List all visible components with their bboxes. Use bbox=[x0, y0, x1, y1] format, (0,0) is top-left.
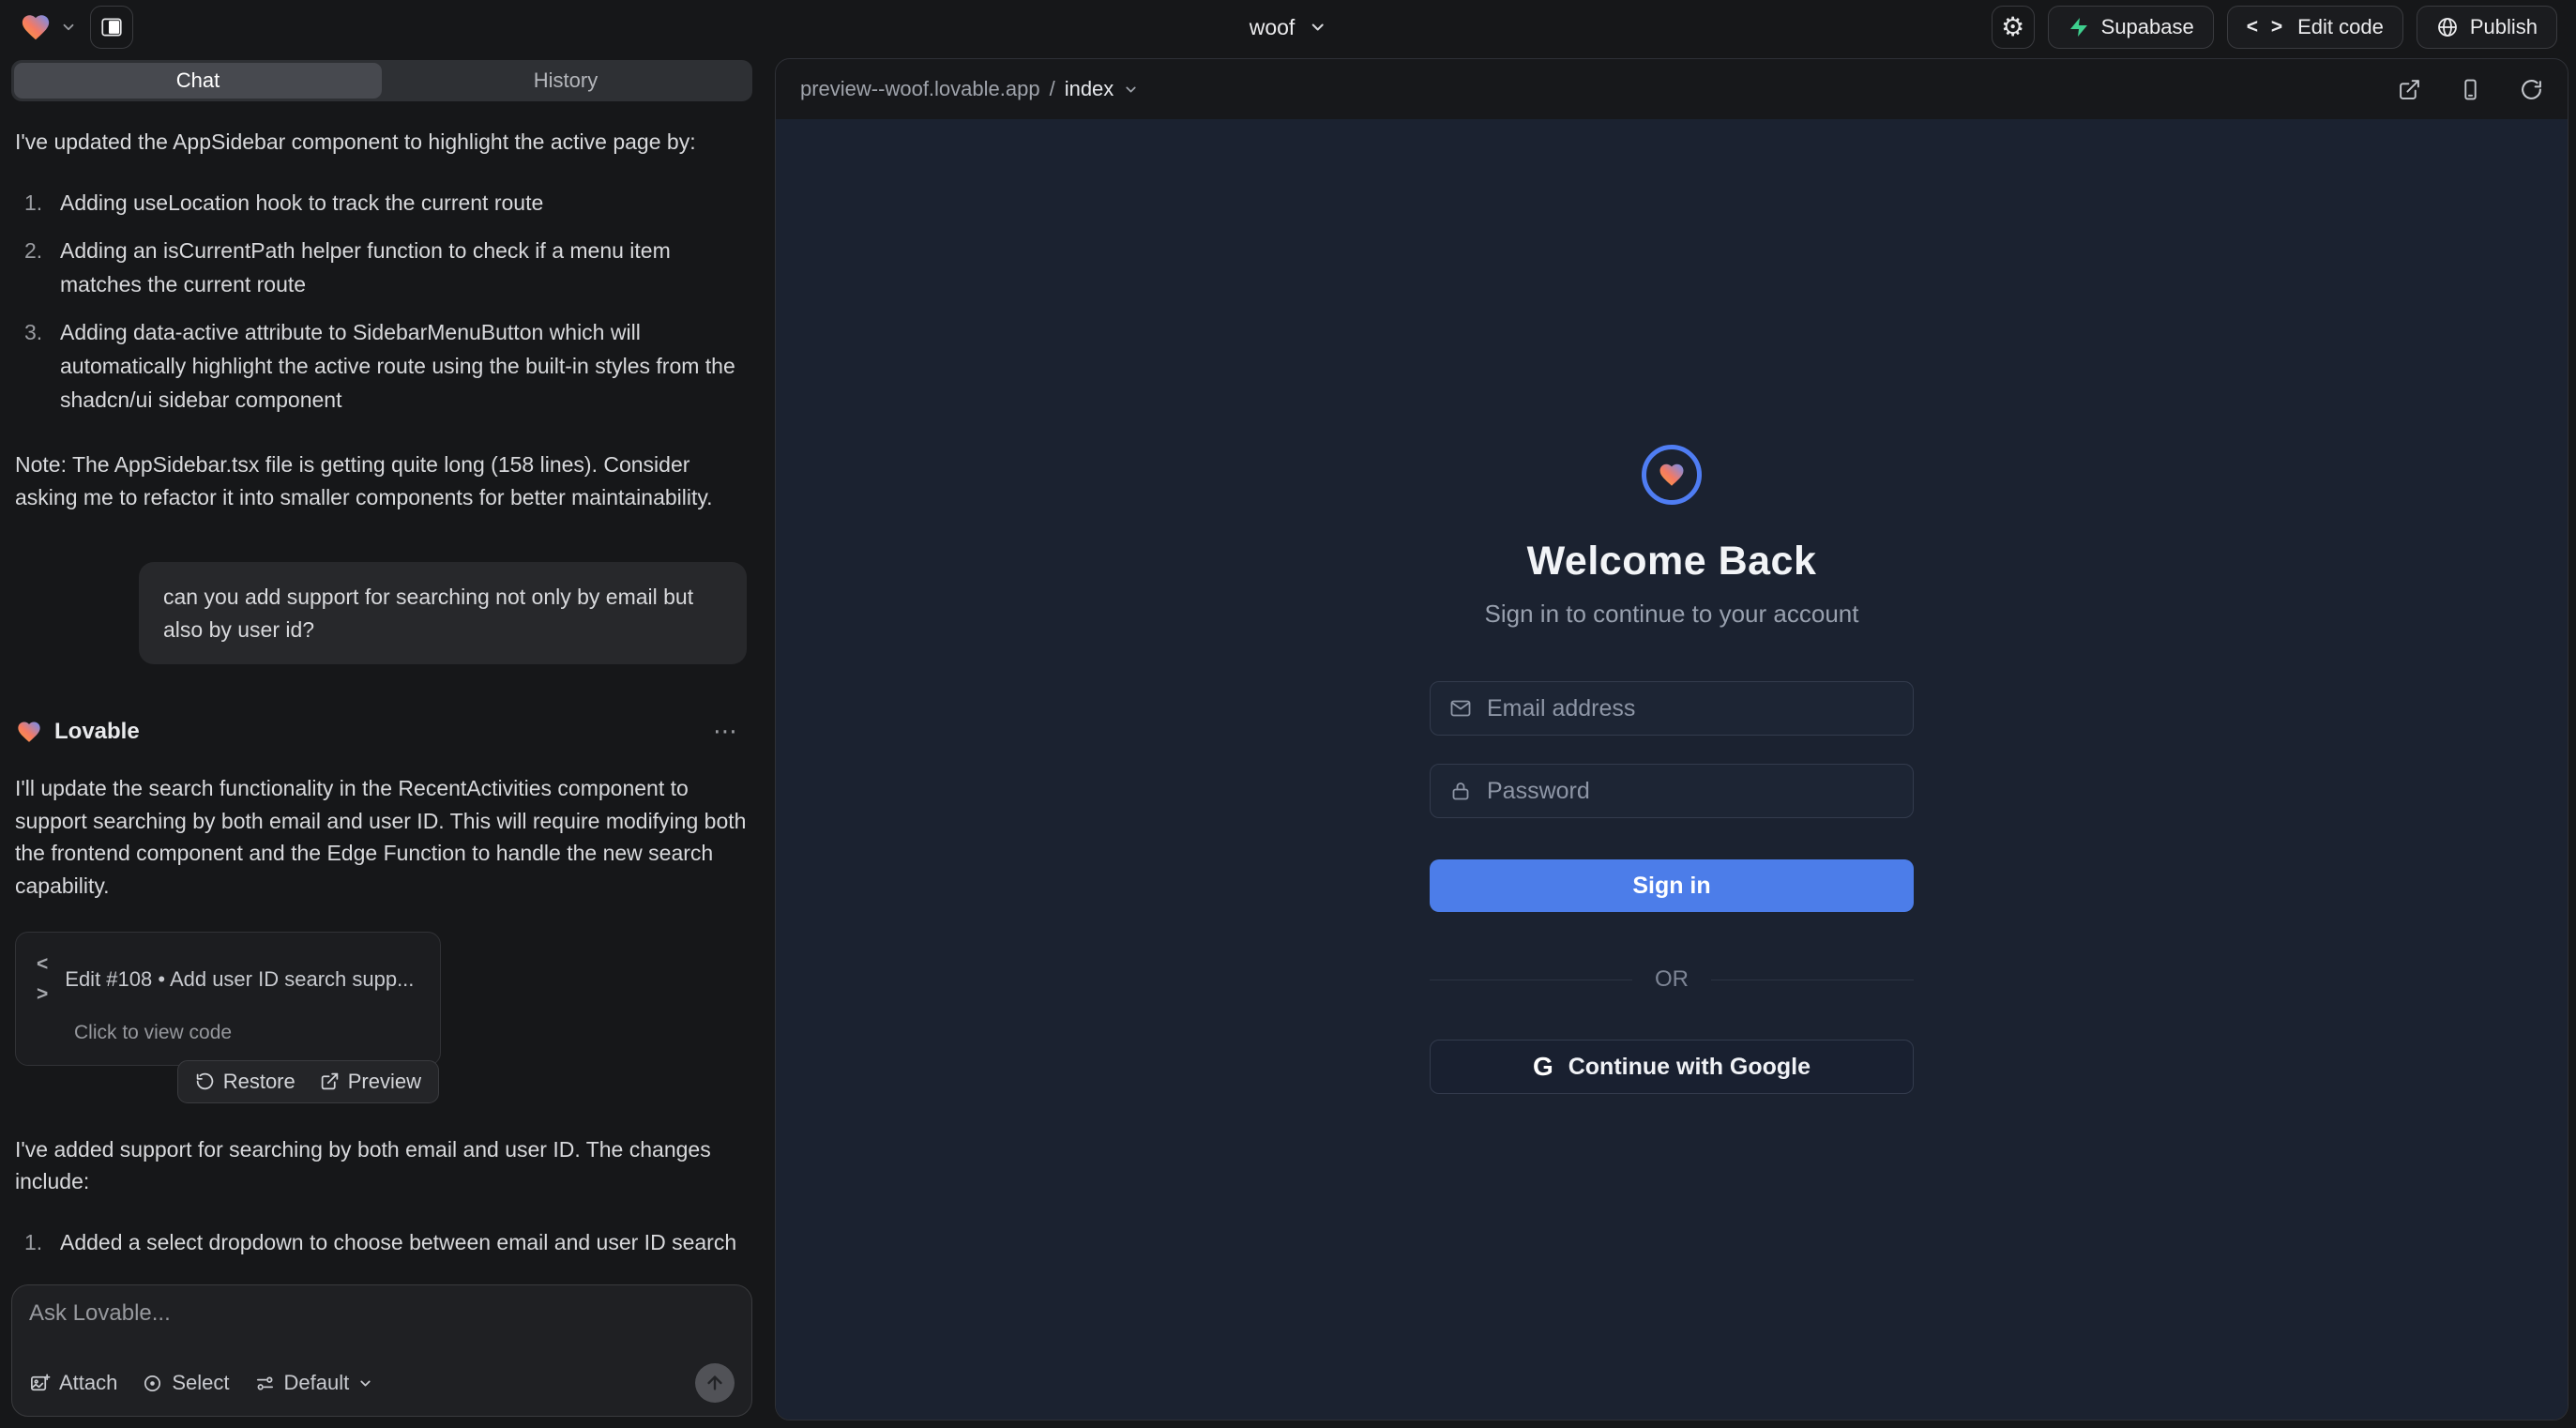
list-item: Adding an isCurrentPath helper function … bbox=[15, 235, 749, 301]
chevron-down-icon bbox=[1308, 18, 1326, 37]
mode-select-button[interactable]: Default bbox=[254, 1371, 374, 1395]
list-item: Adding useLocation hook to track the cur… bbox=[15, 187, 749, 220]
tab-history[interactable]: History bbox=[382, 63, 750, 99]
attach-label: Attach bbox=[59, 1371, 117, 1395]
restore-button[interactable]: Restore bbox=[195, 1070, 295, 1094]
refresh-icon bbox=[2520, 78, 2543, 101]
external-link-icon bbox=[320, 1071, 340, 1091]
or-label: OR bbox=[1655, 966, 1689, 993]
edit-card-actions: Restore Preview bbox=[177, 1060, 439, 1103]
arrow-up-icon bbox=[705, 1373, 725, 1393]
chevron-down-icon bbox=[1123, 82, 1139, 98]
edit-card[interactable]: < > Edit #108 • Add user ID search supp.… bbox=[15, 932, 441, 1066]
project-switcher[interactable]: woof bbox=[1250, 0, 1327, 54]
google-icon: G bbox=[1533, 1052, 1553, 1082]
chevron-down-icon bbox=[357, 1375, 373, 1391]
edit-card-wrap: < > Edit #108 • Add user ID search supp.… bbox=[15, 932, 441, 1066]
external-link-icon bbox=[2398, 78, 2421, 101]
globe-icon bbox=[2436, 16, 2459, 38]
preview-panel: preview--woof.lovable.app / index We bbox=[775, 58, 2568, 1420]
assistant-message-list: Added a select dropdown to choose betwee… bbox=[15, 1226, 749, 1268]
path-separator: / bbox=[1050, 77, 1055, 101]
email-field-wrap bbox=[1430, 681, 1914, 736]
user-message-text: can you add support for searching not on… bbox=[163, 585, 693, 642]
preview-url-selector[interactable]: preview--woof.lovable.app / index bbox=[800, 77, 1139, 101]
attach-button[interactable]: Attach bbox=[29, 1371, 117, 1395]
preview-viewport: Welcome Back Sign in to continue to your… bbox=[776, 119, 2568, 1420]
settings-button[interactable]: ⚙ bbox=[1992, 6, 2035, 49]
mobile-device-icon bbox=[2459, 78, 2482, 101]
chat-panel: Chat History I've updated the AppSidebar… bbox=[0, 54, 764, 1428]
edit-card-subtitle: Click to view code bbox=[37, 1018, 419, 1048]
restore-label: Restore bbox=[223, 1070, 295, 1094]
password-field[interactable] bbox=[1487, 778, 1894, 805]
select-label: Select bbox=[172, 1371, 229, 1395]
chevron-down-icon bbox=[60, 19, 77, 36]
assistant-message-note: Note: The AppSidebar.tsx file is getting… bbox=[15, 448, 749, 513]
preview-host: preview--woof.lovable.app bbox=[800, 77, 1040, 101]
edit-code-button[interactable]: < > Edit code bbox=[2227, 6, 2403, 49]
app-logo bbox=[1642, 445, 1702, 505]
supabase-label: Supabase bbox=[2101, 15, 2194, 39]
assistant-name: Lovable bbox=[54, 715, 140, 749]
signin-card: Welcome Back Sign in to continue to your… bbox=[1430, 445, 1914, 1094]
toggle-sidebar-button[interactable] bbox=[90, 6, 133, 49]
code-brackets-icon: < > bbox=[2247, 16, 2286, 38]
lovable-heart-icon bbox=[19, 11, 53, 43]
google-sign-in-button[interactable]: G Continue with Google bbox=[1430, 1040, 1914, 1094]
send-button[interactable] bbox=[695, 1363, 735, 1403]
or-divider: OR bbox=[1430, 966, 1914, 993]
signin-subtitle: Sign in to continue to your account bbox=[1485, 600, 1859, 629]
sign-in-button[interactable]: Sign in bbox=[1430, 859, 1914, 912]
restore-icon bbox=[195, 1071, 215, 1091]
google-label: Continue with Google bbox=[1568, 1054, 1811, 1081]
list-item: Added a select dropdown to choose betwee… bbox=[15, 1226, 749, 1260]
preview-page: index bbox=[1065, 77, 1114, 101]
project-name: woof bbox=[1250, 15, 1296, 40]
code-brackets-icon: < > bbox=[37, 949, 52, 1009]
attach-image-icon bbox=[29, 1373, 51, 1394]
chat-input[interactable] bbox=[29, 1300, 735, 1342]
topbar: woof ⚙ Supabase < > Edit code Publish bbox=[0, 0, 2576, 54]
email-field[interactable] bbox=[1487, 695, 1894, 722]
assistant-message-list: Adding useLocation hook to track the cur… bbox=[15, 187, 749, 433]
select-target-icon bbox=[142, 1373, 163, 1394]
composer: Attach Select Default bbox=[11, 1284, 752, 1417]
user-message-bubble: can you add support for searching not on… bbox=[139, 562, 747, 664]
lock-icon bbox=[1449, 780, 1472, 802]
assistant-header: Lovable ⋯ bbox=[15, 713, 749, 750]
password-field-wrap bbox=[1430, 764, 1914, 818]
supabase-button[interactable]: Supabase bbox=[2048, 6, 2214, 49]
preview-button[interactable]: Preview bbox=[320, 1070, 421, 1094]
list-item: Adding data-active attribute to SidebarM… bbox=[15, 316, 749, 417]
supabase-icon bbox=[2068, 16, 2090, 38]
preview-label: Preview bbox=[348, 1070, 421, 1094]
refresh-button[interactable] bbox=[2520, 78, 2543, 101]
open-in-new-tab-button[interactable] bbox=[2398, 78, 2421, 101]
gear-icon: ⚙ bbox=[2001, 14, 2024, 40]
edit-card-title: Edit #108 • Add user ID search supp... bbox=[65, 964, 414, 995]
chat-messages: I've updated the AppSidebar component to… bbox=[11, 101, 752, 1268]
more-menu-icon[interactable]: ⋯ bbox=[713, 713, 737, 750]
publish-label: Publish bbox=[2470, 15, 2538, 39]
heart-icon bbox=[1657, 461, 1687, 489]
lovable-logo-menu[interactable] bbox=[19, 11, 77, 43]
select-button[interactable]: Select bbox=[142, 1371, 229, 1395]
sliders-icon bbox=[254, 1373, 276, 1394]
mode-label: Default bbox=[284, 1371, 350, 1395]
assistant-message-intro: I'll update the search functionality in … bbox=[15, 772, 749, 902]
preview-header: preview--woof.lovable.app / index bbox=[776, 59, 2568, 119]
chat-history-tabs: Chat History bbox=[11, 60, 752, 101]
publish-button[interactable]: Publish bbox=[2417, 6, 2557, 49]
assistant-message-intro: I've updated the AppSidebar component to… bbox=[15, 126, 749, 159]
signin-title: Welcome Back bbox=[1527, 539, 1817, 585]
mobile-view-button[interactable] bbox=[2459, 78, 2482, 101]
assistant-message-summary: I've added support for searching by both… bbox=[15, 1133, 749, 1198]
tab-chat[interactable]: Chat bbox=[14, 63, 382, 99]
edit-code-label: Edit code bbox=[2297, 15, 2384, 39]
mail-icon bbox=[1449, 697, 1472, 720]
lovable-heart-icon bbox=[15, 719, 43, 745]
sidebar-panel-icon bbox=[99, 15, 124, 39]
